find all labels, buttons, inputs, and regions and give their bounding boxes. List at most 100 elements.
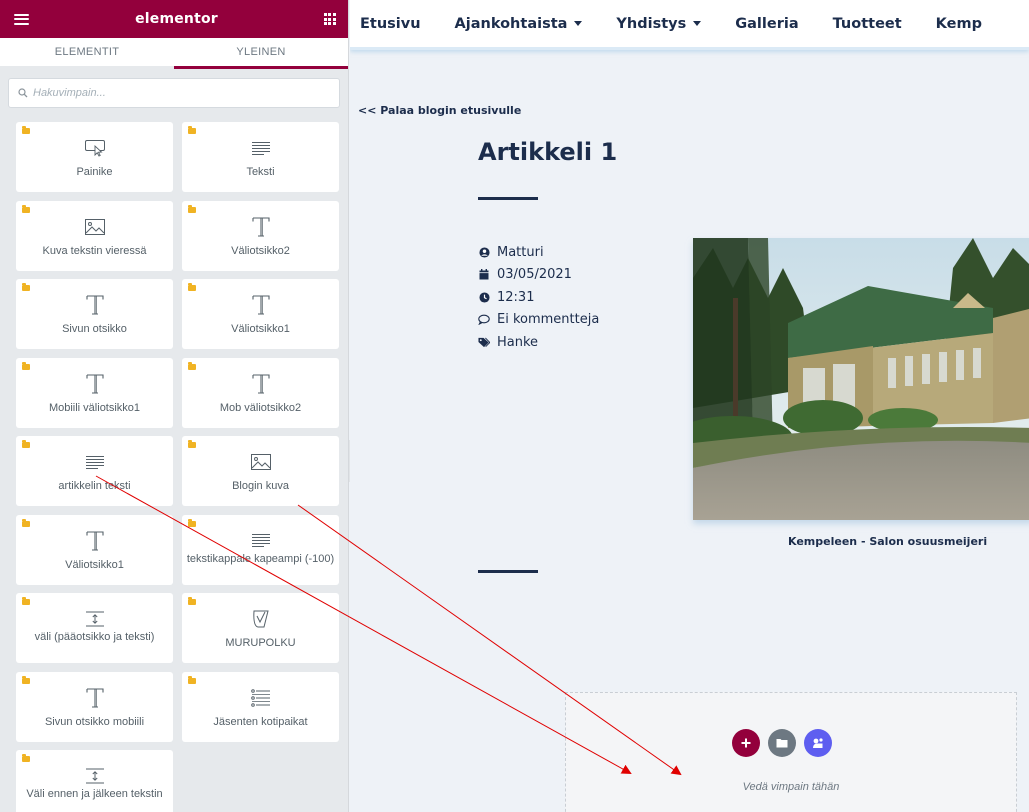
nav-item-yhdistys[interactable]: Yhdistys xyxy=(616,16,702,32)
widget-label: artikkelin teksti xyxy=(58,480,131,492)
heading-t-icon xyxy=(16,685,173,711)
list-icon xyxy=(182,685,339,711)
global-folder-icon xyxy=(188,361,196,370)
widget-label: Väliotsikko2 xyxy=(231,244,290,257)
tab-yleinen[interactable]: YLEINEN xyxy=(174,38,348,69)
clock-icon xyxy=(478,291,490,303)
global-folder-icon xyxy=(188,283,196,291)
meta-category-text[interactable]: Hanke xyxy=(497,335,538,350)
elementor-panel: elementor ELEMENTIT YLEINEN Painike Tekst… xyxy=(0,0,349,812)
widget-label: Painike xyxy=(76,166,113,178)
global-folder-icon xyxy=(188,518,196,527)
widget-search xyxy=(8,78,340,108)
widgets-grid-icon[interactable] xyxy=(323,13,336,25)
drop-zone-buttons xyxy=(732,729,840,757)
add-template-button[interactable] xyxy=(768,729,796,757)
global-folder-icon xyxy=(22,204,30,213)
calendar-icon xyxy=(478,269,490,281)
widget-tile[interactable]: Väli ennen ja jälkeen tekstin xyxy=(16,750,173,812)
global-folder-icon xyxy=(188,204,196,213)
button-icon xyxy=(16,135,173,161)
widget-tile[interactable]: Sivun otsikko mobiili xyxy=(16,671,173,742)
global-folder-icon xyxy=(22,440,30,448)
post-featured-image xyxy=(693,238,1029,520)
panel-header: elementor xyxy=(0,0,348,38)
widget-label: Väliotsikko1 xyxy=(65,558,124,571)
widget-tile[interactable]: Blogin kuva xyxy=(182,436,339,506)
global-folder-icon xyxy=(22,283,30,291)
widget-tile[interactable]: Kuva tekstin vieressä xyxy=(16,200,173,271)
meta-time: 12:31 xyxy=(478,286,599,309)
site-preview: Etusivu Ajankohtaista Yhdistys Galleria … xyxy=(350,0,1029,812)
widget-tile[interactable]: MURUPOLKU xyxy=(182,593,339,663)
plus-icon xyxy=(741,738,751,748)
widget-tile[interactable]: Mobiili väliotsikko1 xyxy=(16,357,173,428)
meta-comments-text[interactable]: Ei kommentteja xyxy=(497,312,599,327)
meta-time-text: 12:31 xyxy=(497,289,535,305)
title-divider xyxy=(478,197,538,200)
nav-item-etusivu[interactable]: Etusivu xyxy=(360,16,421,32)
back-to-blog-link[interactable]: << Palaa blogin etusivulle xyxy=(358,104,521,117)
widget-tile[interactable]: Väliotsikko2 xyxy=(182,200,339,271)
kit-library-button[interactable] xyxy=(804,729,832,757)
image-icon xyxy=(16,214,173,240)
global-folder-icon xyxy=(22,597,30,605)
widget-tile[interactable]: Mob väliotsikko2 xyxy=(182,357,339,428)
widget-tile[interactable]: Väliotsikko1 xyxy=(182,279,339,349)
text-lines-icon xyxy=(182,528,339,554)
heading-t-icon xyxy=(182,371,339,397)
heading-t-icon xyxy=(16,292,173,318)
widget-label: Mob väliotsikko2 xyxy=(219,401,302,414)
dairy-building-photo xyxy=(693,238,1029,520)
meta-date-text[interactable]: 03/05/2021 xyxy=(497,267,572,282)
user-circle-icon xyxy=(478,246,490,258)
widget-label: tekstikappale kapeampi (-100) xyxy=(186,552,335,565)
search-icon xyxy=(18,88,28,98)
drop-zone-text: Vedä vimpain tähän xyxy=(742,781,840,793)
heading-t-icon xyxy=(182,292,339,318)
add-section-button[interactable] xyxy=(732,729,760,757)
widget-label: MURUPOLKU xyxy=(225,637,296,649)
global-folder-icon xyxy=(22,126,30,134)
widget-tile[interactable]: Sivun otsikko xyxy=(16,279,173,349)
global-folder-icon xyxy=(188,597,196,605)
widget-tile[interactable]: tekstikappale kapeampi (-100) xyxy=(182,514,339,585)
nav-item-tuotteet[interactable]: Tuotteet xyxy=(833,16,902,32)
post-meta: Matturi 03/05/2021 12:31 Ei kommentteja … xyxy=(478,241,599,354)
widget-label: Sivun otsikko xyxy=(62,323,127,335)
widget-label: väli (pääotsikko ja teksti) xyxy=(34,631,155,643)
comment-icon xyxy=(478,314,490,326)
global-folder-icon xyxy=(22,675,30,684)
nav-item-galleria[interactable]: Galleria xyxy=(735,16,798,32)
tab-elementit[interactable]: ELEMENTIT xyxy=(0,38,174,69)
spacer-icon xyxy=(16,606,173,632)
widget-tile[interactable]: Painike xyxy=(16,122,173,192)
meta-author-text[interactable]: Matturi xyxy=(497,245,544,260)
panel-tabs: ELEMENTIT YLEINEN xyxy=(0,38,348,69)
nav-item-kemp[interactable]: Kemp xyxy=(936,16,982,32)
widget-tile[interactable]: artikkelin teksti xyxy=(16,436,173,506)
widget-label: Mobiili väliotsikko1 xyxy=(48,401,141,414)
heading-t-icon xyxy=(16,528,173,554)
search-input[interactable] xyxy=(33,87,313,99)
site-navigation: Etusivu Ajankohtaista Yhdistys Galleria … xyxy=(350,0,1029,50)
search-wrapper xyxy=(0,69,348,116)
nav-item-ajankohtaista[interactable]: Ajankohtaista xyxy=(455,16,583,32)
global-folder-icon xyxy=(22,518,30,527)
widget-tile[interactable]: väli (pääotsikko ja teksti) xyxy=(16,593,173,663)
hamburger-menu-icon[interactable] xyxy=(14,13,29,25)
widget-tile[interactable]: Teksti xyxy=(182,122,339,192)
widget-tile[interactable]: Väliotsikko1 xyxy=(16,514,173,585)
spacer-icon xyxy=(16,763,173,789)
widget-label: Väli ennen ja jälkeen tekstin xyxy=(26,788,163,800)
widget-drop-zone[interactable]: Vedä vimpain tähän xyxy=(565,692,1017,812)
meta-comments: Ei kommentteja xyxy=(478,309,599,332)
meta-category: Hanke xyxy=(478,331,599,354)
global-folder-icon xyxy=(22,361,30,370)
widget-label: Väliotsikko1 xyxy=(231,323,290,335)
text-lines-icon xyxy=(182,135,339,161)
global-folder-icon xyxy=(188,440,196,448)
breadcrumbs-icon xyxy=(182,606,339,632)
kit-icon xyxy=(813,738,823,748)
widget-tile[interactable]: Jäsenten kotipaikat xyxy=(182,671,339,742)
